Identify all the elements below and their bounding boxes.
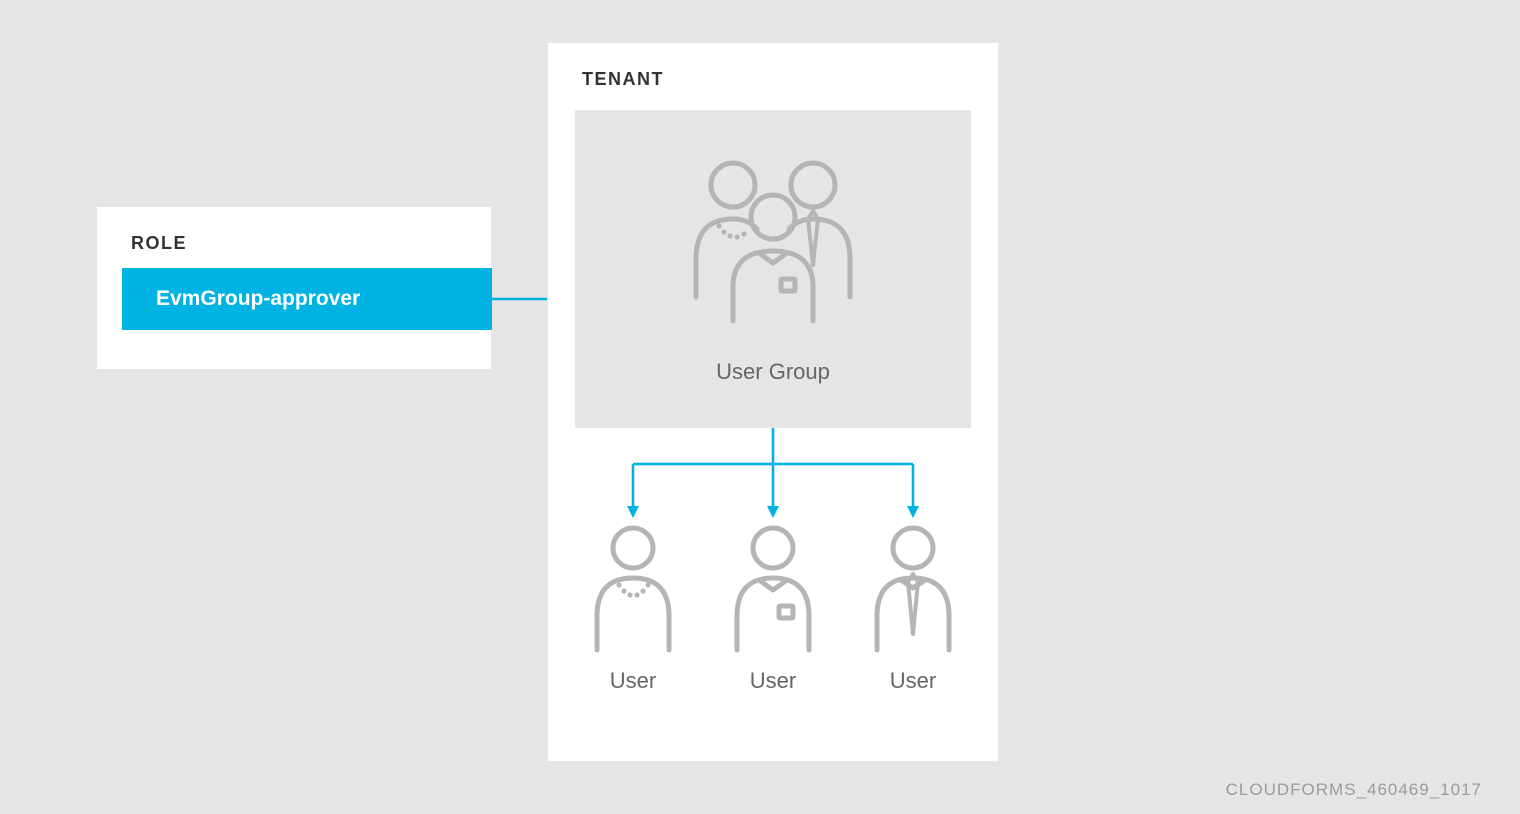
user-necklace-icon [583, 522, 683, 658]
tenant-heading: TENANT [582, 69, 998, 90]
user-tie-icon [863, 522, 963, 658]
user-label: User [750, 668, 796, 694]
usergroup-icon [663, 153, 883, 331]
usergroup-box: User Group [575, 110, 971, 428]
user-item-1: User [573, 522, 693, 694]
usergroup-label: User Group [716, 359, 830, 385]
role-chip: EvmGroup-approver [122, 268, 492, 330]
user-label: User [610, 668, 656, 694]
user-item-3: User [853, 522, 973, 694]
arrow-usergroup-to-users [575, 428, 971, 518]
role-chip-label: EvmGroup-approver [156, 287, 360, 311]
user-item-2: User [713, 522, 833, 694]
footer-id: CLOUDFORMS_460469_1017 [1226, 780, 1482, 800]
role-heading: ROLE [131, 233, 491, 254]
user-label: User [890, 668, 936, 694]
user-pocket-icon [723, 522, 823, 658]
